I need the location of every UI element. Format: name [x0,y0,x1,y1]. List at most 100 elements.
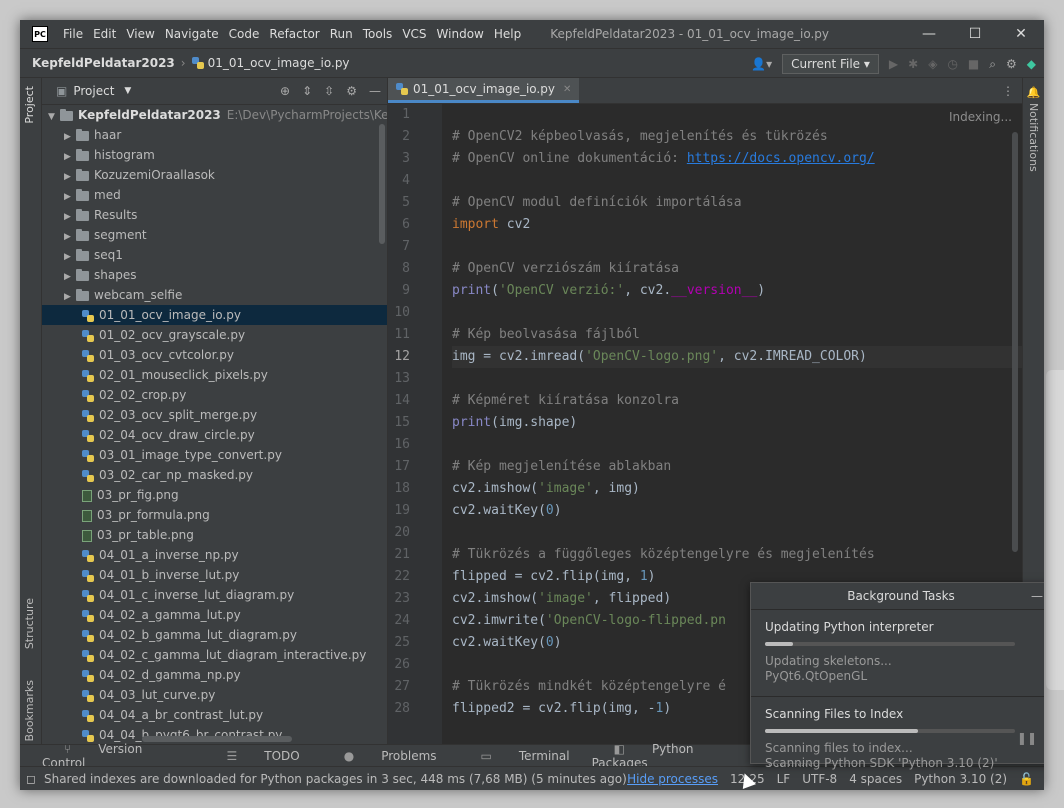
tree-file[interactable]: 02_04_ocv_draw_circle.py [42,425,387,445]
tree-folder[interactable]: ▶ med [42,185,387,205]
tree-file[interactable]: 04_01_a_inverse_np.py [42,545,387,565]
code-line[interactable]: # OpenCV2 képbeolvasás, megjelenítés és … [452,126,1022,148]
python-interpreter[interactable]: Python 3.10 (2) [914,772,1007,786]
code-line[interactable]: # Képméret kiíratása konzolra [452,390,1022,412]
more-options-icon[interactable]: ⋮ [1002,84,1014,98]
code-line[interactable]: # Tükrözés a függőleges középtengelyre é… [452,544,1022,566]
hide-processes-link[interactable]: Hide processes [627,772,718,786]
indent-setting[interactable]: 4 spaces [849,772,902,786]
tree-folder[interactable]: ▶ haar [42,125,387,145]
minimize-popup-icon[interactable]: — [1031,589,1043,603]
project-view-title[interactable]: Project [73,84,114,98]
code-line[interactable]: # OpenCV verziószám kiíratása [452,258,1022,280]
menu-item-refactor[interactable]: Refactor [269,27,319,41]
notifications-tool-tab[interactable]: 🔔 Notifications [1027,86,1040,172]
tree-file[interactable]: 03_pr_table.png [42,525,387,545]
code-line[interactable]: import cv2 [452,214,1022,236]
chevron-down-icon[interactable]: ▼ [124,86,131,96]
code-line[interactable] [452,236,1022,258]
tool-window-terminal[interactable]: ▭ Terminal [459,749,570,763]
pause-icon[interactable]: ❚❚ [1017,731,1037,745]
tree-file[interactable]: 01_03_ocv_cvtcolor.py [42,345,387,365]
tree-file[interactable]: 04_02_b_gamma_lut_diagram.py [42,625,387,645]
tree-file[interactable]: 03_pr_fig.png [42,485,387,505]
tree-file[interactable]: 01_01_ocv_image_io.py [42,305,387,325]
code-line[interactable]: img = cv2.imread('OpenCV-logo.png', cv2.… [452,346,1022,368]
tree-file[interactable]: 02_02_crop.py [42,385,387,405]
code-line[interactable] [452,302,1022,324]
user-icon[interactable]: 👤▾ [751,57,772,71]
code-line[interactable] [452,104,1022,126]
menu-item-file[interactable]: File [63,27,83,41]
maximize-button[interactable]: ☐ [952,20,998,48]
tool-window-todo[interactable]: ☰ TODO [205,749,300,763]
close-button[interactable]: ✕ [998,20,1044,48]
expand-all-icon[interactable]: ⇕ [302,84,312,98]
coverage-icon[interactable]: ◈ [928,57,937,71]
stop-icon[interactable]: ■ [968,57,979,71]
menu-item-window[interactable]: Window [437,27,484,41]
locate-icon[interactable]: ⊕ [280,84,290,98]
tree-folder[interactable]: ▶ Results [42,205,387,225]
breadcrumb-file[interactable]: 01_01_ocv_image_io.py [208,56,350,70]
menu-item-help[interactable]: Help [494,27,521,41]
menu-item-navigate[interactable]: Navigate [165,27,219,41]
tree-file[interactable]: 04_01_c_inverse_lut_diagram.py [42,585,387,605]
tree-file[interactable]: 03_pr_formula.png [42,505,387,525]
tree-file[interactable]: 04_04_a_br_contrast_lut.py [42,705,387,725]
code-line[interactable]: # Kép megjelenítése ablakban [452,456,1022,478]
search-icon[interactable]: ⌕ [989,57,996,72]
code-line[interactable] [452,170,1022,192]
tree-file[interactable]: 03_01_image_type_convert.py [42,445,387,465]
hide-icon[interactable]: — [369,84,381,98]
code-line[interactable]: # Kép beolvasása fájlból [452,324,1022,346]
tree-folder[interactable]: ▶ histogram [42,145,387,165]
code-line[interactable]: print('OpenCV verzió:', cv2.__version__) [452,280,1022,302]
tree-folder[interactable]: ▶ webcam_selfie [42,285,387,305]
menu-item-run[interactable]: Run [330,27,353,41]
tree-folder[interactable]: ▶ KozuzemiOraallasok [42,165,387,185]
status-message[interactable]: Shared indexes are downloaded for Python… [44,772,627,786]
structure-tool-tab[interactable]: Structure [23,598,36,649]
code-line[interactable]: # OpenCV modul definíciók importálása [452,192,1022,214]
tree-folder[interactable]: ▶ shapes [42,265,387,285]
menu-item-view[interactable]: View [126,27,154,41]
code-line[interactable]: print(img.shape) [452,412,1022,434]
menu-item-vcs[interactable]: VCS [402,27,426,41]
run-configuration-select[interactable]: Current File ▾ [782,54,879,74]
profile-icon[interactable]: ◷ [947,57,957,71]
menu-item-code[interactable]: Code [229,27,260,41]
lock-icon[interactable]: 🔓 [1019,772,1034,786]
tree-file[interactable]: 01_02_ocv_grayscale.py [42,325,387,345]
close-tab-icon[interactable]: ✕ [563,84,571,95]
tree-file[interactable]: 02_03_ocv_split_merge.py [42,405,387,425]
status-toggle-icon[interactable]: ◻ [26,772,36,786]
collapse-all-icon[interactable]: ⇳ [324,84,334,98]
code-line[interactable] [452,434,1022,456]
tree-file[interactable]: 03_02_car_np_masked.py [42,465,387,485]
tree-file[interactable]: 04_02_d_gamma_np.py [42,665,387,685]
line-separator[interactable]: LF [777,772,791,786]
menu-item-edit[interactable]: Edit [93,27,116,41]
tree-folder[interactable]: ▶ seq1 [42,245,387,265]
code-line[interactable]: cv2.waitKey(0) [452,500,1022,522]
tree-file[interactable]: 04_02_c_gamma_lut_diagram_interactive.py [42,645,387,665]
gear-icon[interactable]: ⚙ [346,84,357,98]
editor-scrollbar[interactable] [1012,132,1018,552]
settings-gear-icon[interactable]: ⚙ [1006,57,1017,71]
tree-file[interactable]: 04_03_lut_curve.py [42,685,387,705]
tree-file[interactable]: 04_01_b_inverse_lut.py [42,565,387,585]
tree-root[interactable]: ▼ KepfeldPeldatar2023 E:\Dev\PycharmProjec… [42,105,387,125]
code-line[interactable]: # OpenCV online dokumentáció: https://do… [452,148,1022,170]
file-encoding[interactable]: UTF-8 [802,772,837,786]
code-line[interactable] [452,522,1022,544]
run-icon[interactable]: ▶ [889,57,898,71]
tree-folder[interactable]: ▶ segment [42,225,387,245]
project-tool-tab[interactable]: Project [23,86,36,124]
project-scrollbar[interactable] [379,124,385,244]
code-line[interactable] [452,368,1022,390]
editor-tab-active[interactable]: 01_01_ocv_image_io.py ✕ [388,78,580,103]
tree-file[interactable]: 02_01_mouseclick_pixels.py [42,365,387,385]
code-line[interactable]: cv2.imshow('image', img) [452,478,1022,500]
bookmarks-tool-tab[interactable]: Bookmarks [23,680,36,741]
